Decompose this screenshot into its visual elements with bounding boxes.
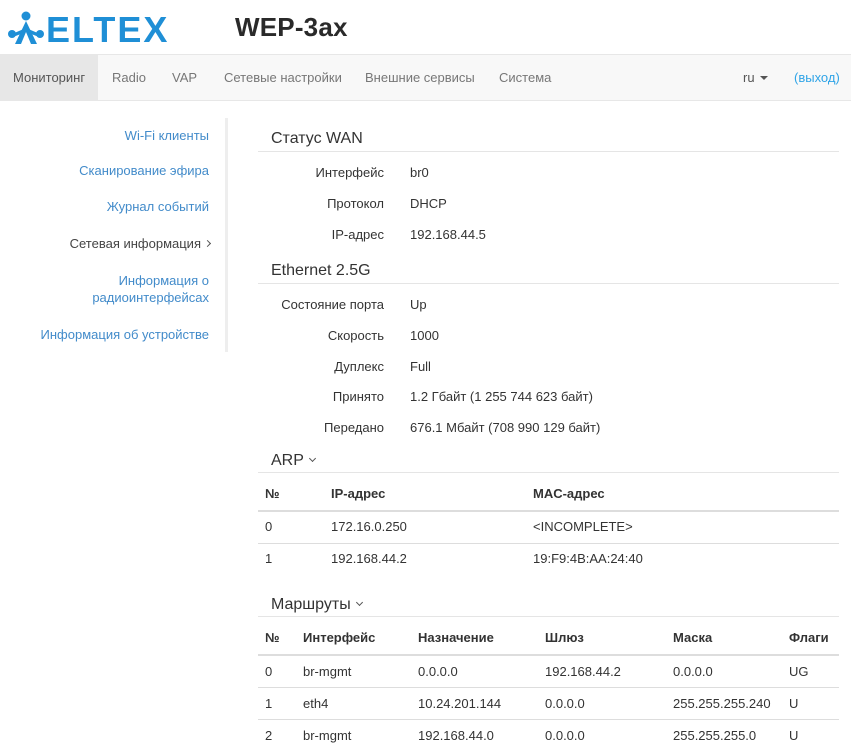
sidebar-item-device-info[interactable]: Информация об устройстве xyxy=(41,326,209,343)
section-title-arp: ARP xyxy=(271,452,304,469)
table-cell: 192.168.44.2 xyxy=(331,551,407,566)
kv-label: Интерфейс xyxy=(315,165,384,180)
column-header: Шлюз xyxy=(545,630,584,645)
table-cell: 10.24.201.144 xyxy=(418,696,502,711)
sidebar: Wi-Fi клиенты Сканирование эфира Журнал … xyxy=(0,118,228,352)
kv-label: IP-адрес xyxy=(331,227,384,242)
table-cell: br-mgmt xyxy=(303,664,352,679)
kv-label: Состояние порта xyxy=(281,297,384,312)
column-header: MAC-адрес xyxy=(533,486,605,501)
nav-item-radio[interactable]: Radio xyxy=(99,55,159,100)
column-header: Интерфейс xyxy=(303,630,376,645)
chevron-down-icon xyxy=(355,598,363,606)
section-title-wan: Статус WAN xyxy=(271,130,363,147)
table-cell: 0.0.0.0 xyxy=(418,664,458,679)
table-cell: 19:F9:4B:AA:24:40 xyxy=(533,551,643,566)
kv-value: 1.2 Гбайт (1 255 744 623 байт) xyxy=(410,389,593,404)
table-cell: 2 xyxy=(265,728,273,743)
language-dropdown[interactable]: ru xyxy=(743,55,768,100)
table-row: 0 172.16.0.250 <INCOMPLETE> xyxy=(258,512,839,543)
section-toggle-arp[interactable]: ARP xyxy=(271,452,316,470)
section-title-routes: Маршруты xyxy=(271,596,351,613)
nav-item-system[interactable]: Система xyxy=(486,55,564,100)
kv-value: br0 xyxy=(410,165,429,180)
chevron-down-icon xyxy=(308,454,316,462)
table-cell: 0 xyxy=(265,664,273,679)
eltex-logo[interactable]: ELTEX xyxy=(6,8,186,50)
language-label: ru xyxy=(743,70,755,85)
sidebar-item-wifi-clients[interactable]: Wi-Fi клиенты xyxy=(125,127,209,144)
kv-value: 1000 xyxy=(410,328,439,343)
table-cell: U xyxy=(789,696,799,711)
nav-item-network-settings[interactable]: Сетевые настройки xyxy=(211,55,355,100)
kv-label: Скорость xyxy=(327,328,384,343)
nav-item-external-services[interactable]: Внешние сервисы xyxy=(352,55,488,100)
nav-item-monitoring[interactable]: Мониторинг xyxy=(0,55,99,100)
column-header: Назначение xyxy=(418,630,494,645)
header: ELTEX WEP-3ax xyxy=(0,0,851,54)
sidebar-item-label: радиоинтерфейсах xyxy=(92,290,209,305)
table-cell: 255.255.255.240 xyxy=(673,696,771,711)
table-header: № Интерфейс Назначение Шлюз Маска Флаги xyxy=(258,617,839,656)
table-cell: U xyxy=(789,728,799,743)
kv-value: 192.168.44.5 xyxy=(410,227,486,242)
logout-link[interactable]: (выход) xyxy=(794,55,840,100)
table-row: 1 192.168.44.2 19:F9:4B:AA:24:40 xyxy=(258,543,839,575)
column-header: № xyxy=(265,486,280,501)
table-cell: 0.0.0.0 xyxy=(673,664,713,679)
table-cell: 0.0.0.0 xyxy=(545,728,585,743)
sidebar-item-label: Сетевая информация xyxy=(69,236,201,251)
kv-value: DHCP xyxy=(410,196,447,211)
section-title-ethernet: Ethernet 2.5G xyxy=(271,262,371,279)
table-cell: 1 xyxy=(265,551,273,566)
table-cell: 0.0.0.0 xyxy=(545,696,585,711)
sidebar-item-network-info[interactable]: Сетевая информация xyxy=(69,235,212,252)
kv-label: Передано xyxy=(324,420,384,435)
kv-value: Up xyxy=(410,297,427,312)
kv-label: Протокол xyxy=(327,196,384,211)
column-header: IP-адрес xyxy=(331,486,386,501)
kv-value: 676.1 Мбайт (708 990 129 байт) xyxy=(410,420,601,435)
table-header: № IP-адрес MAC-адрес xyxy=(258,473,839,512)
kv-value: Full xyxy=(410,359,431,374)
table-cell: eth4 xyxy=(303,696,329,711)
column-header: Маска xyxy=(673,630,713,645)
table-cell: 255.255.255.0 xyxy=(673,728,757,743)
sidebar-item-air-scan[interactable]: Сканирование эфира xyxy=(79,162,209,179)
table-cell: <INCOMPLETE> xyxy=(533,519,633,534)
table-cell: UG xyxy=(789,664,809,679)
sidebar-item-label: Информация о xyxy=(118,273,209,288)
column-header: № xyxy=(265,630,280,645)
product-title: WEP-3ax xyxy=(235,12,348,42)
table-cell: br-mgmt xyxy=(303,728,352,743)
kv-label: Дуплекс xyxy=(334,359,384,374)
top-navbar: Мониторинг Radio VAP Сетевые настройки В… xyxy=(0,54,851,101)
table-row: 2 br-mgmt 192.168.44.0 0.0.0.0 255.255.2… xyxy=(258,719,839,751)
table-cell: 192.168.44.2 xyxy=(545,664,621,679)
divider xyxy=(258,283,839,284)
table-cell: 192.168.44.0 xyxy=(418,728,494,743)
sidebar-item-radio-info[interactable]: Информация о радиоинтерфейсах xyxy=(92,272,209,306)
table-cell: 0 xyxy=(265,519,273,534)
nav-item-vap[interactable]: VAP xyxy=(159,55,210,100)
eltex-logo-icon: ELTEX xyxy=(8,9,169,50)
kv-label: Принято xyxy=(332,389,384,404)
logo-wordmark: ELTEX xyxy=(46,9,169,48)
table-cell: 1 xyxy=(265,696,273,711)
table-row: 1 eth4 10.24.201.144 0.0.0.0 255.255.255… xyxy=(258,687,839,719)
sidebar-item-event-log[interactable]: Журнал событий xyxy=(107,198,209,215)
section-toggle-routes[interactable]: Маршруты xyxy=(271,596,363,614)
column-header: Флаги xyxy=(789,630,829,645)
chevron-right-icon xyxy=(203,240,212,248)
table-cell: 172.16.0.250 xyxy=(331,519,407,534)
table-row: 0 br-mgmt 0.0.0.0 192.168.44.2 0.0.0.0 U… xyxy=(258,656,839,687)
divider xyxy=(258,151,839,152)
caret-down-icon xyxy=(759,75,768,80)
